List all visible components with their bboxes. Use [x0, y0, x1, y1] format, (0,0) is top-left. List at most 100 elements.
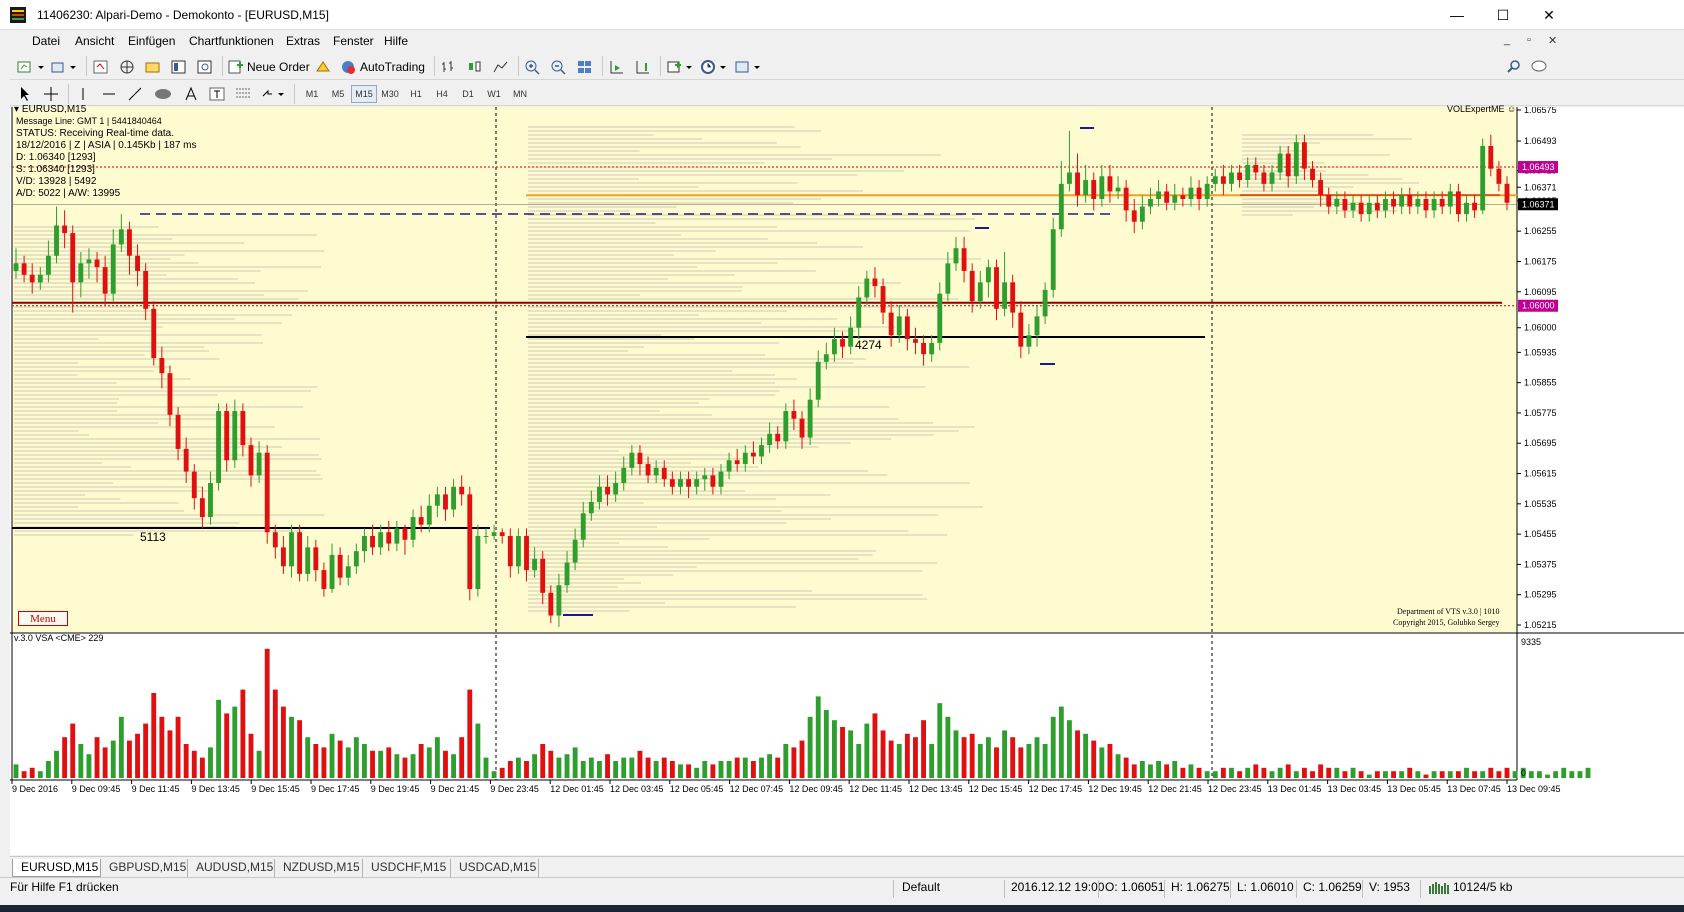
timeframe-w1-button[interactable]: W1 [481, 85, 507, 103]
mdi-restore-button[interactable]: ▫ [1527, 34, 1531, 46]
main-plot-area[interactable] [12, 107, 1517, 632]
volume-bar [791, 747, 797, 778]
volume-bar [945, 716, 951, 778]
timeframe-mn-button[interactable]: MN [507, 85, 533, 103]
zoom-out-icon[interactable] [550, 56, 568, 77]
time-tick-label: 13 Dec 09:45 [1507, 784, 1561, 794]
volume-bar [767, 754, 773, 778]
price-tick-label: 1.05375 [1524, 559, 1557, 569]
vol-menu-button[interactable]: Menu [18, 611, 68, 626]
profiles-icon[interactable] [50, 56, 80, 77]
tab-usdchf[interactable]: USDCHF,M15 [363, 859, 451, 877]
new-order-button[interactable]: Neue Order [228, 56, 310, 77]
candle-bull [394, 528, 400, 544]
menu-einfuegen[interactable]: Einfügen [128, 34, 175, 48]
mdi-close-button[interactable]: ✕ [1548, 34, 1557, 47]
volume-bar [1026, 744, 1032, 778]
line-chart-icon[interactable] [492, 56, 510, 77]
minimize-button[interactable]: — [1434, 0, 1480, 30]
ellipse-icon[interactable] [152, 83, 174, 104]
timeframe-m15-button[interactable]: M15 [351, 85, 377, 103]
tab-usdcad[interactable]: USDCAD,M15 [451, 859, 539, 877]
volume-bar [1301, 767, 1307, 778]
menu-datei[interactable]: Datei [32, 34, 60, 48]
timeframe-h1-button[interactable]: H1 [403, 85, 429, 103]
volume-bar [856, 744, 862, 778]
volume-bar [386, 747, 392, 778]
text-tool-icon[interactable] [182, 83, 200, 104]
cursor-icon[interactable] [16, 83, 34, 104]
timeframe-d1-button[interactable]: D1 [455, 85, 481, 103]
chat-icon[interactable] [1530, 56, 1548, 77]
candle-bull [1383, 198, 1388, 211]
candle-bear [151, 308, 157, 359]
autotrading-button[interactable]: AutoTrading [340, 56, 425, 77]
navigator-icon[interactable] [144, 56, 162, 77]
maximize-button[interactable]: ☐ [1480, 0, 1526, 30]
metaeditor-icon[interactable] [314, 56, 332, 77]
tab-audusd[interactable]: AUDUSD,M15 [188, 859, 275, 877]
volume-bar [1148, 764, 1153, 778]
candle-bull [515, 536, 521, 567]
terminal-icon[interactable] [170, 56, 188, 77]
volume-bar [1269, 771, 1275, 778]
auto-scroll-icon[interactable] [634, 56, 652, 77]
expert-name: VOLExpertME [1447, 104, 1505, 114]
close-button[interactable]: ✕ [1526, 0, 1572, 30]
candle-bull [345, 566, 351, 578]
candlestick-chart-icon[interactable] [466, 56, 484, 77]
volume-bar [1383, 771, 1388, 778]
candle-bull [86, 259, 92, 264]
volume-bar [702, 761, 708, 778]
new-chart-icon[interactable] [16, 56, 46, 77]
data-window-icon[interactable] [118, 56, 136, 77]
bar-chart-icon[interactable] [440, 56, 458, 77]
templates-icon[interactable] [734, 56, 764, 77]
collapse-icon[interactable]: ▾ [14, 104, 22, 115]
chart-window[interactable]: 1.065751.064931.064151.063711.063351.062… [10, 104, 1684, 855]
fibonacci-icon[interactable] [234, 83, 252, 104]
chart-canvas[interactable]: 1.065751.064931.064151.063711.063351.062… [10, 107, 1684, 855]
tab-eurusd[interactable]: EURUSD,M15 [12, 859, 101, 877]
tile-windows-icon[interactable] [576, 56, 594, 77]
menu-chartfunktionen[interactable]: Chartfunktionen [189, 34, 274, 48]
search-icon[interactable] [1506, 56, 1522, 77]
periods-icon[interactable] [700, 56, 730, 77]
tab-nzdusd[interactable]: NZDUSD,M15 [275, 859, 363, 877]
expert-smiley-icon[interactable]: ☺ [1505, 104, 1516, 114]
tab-gbpusd[interactable]: GBPUSD,M15 [101, 859, 188, 877]
volume-bar [1496, 771, 1502, 778]
info-line-7: A/D: 5022 | A/W: 13995 [16, 188, 121, 199]
volume-bar [629, 757, 635, 778]
candle-bear [1261, 172, 1267, 184]
menu-ansicht[interactable]: Ansicht [75, 34, 114, 48]
status-low: L: 1.06010 [1237, 880, 1294, 894]
crosshair-icon[interactable] [42, 83, 60, 104]
menu-fenster[interactable]: Fenster [333, 34, 374, 48]
menu-hilfe[interactable]: Hilfe [384, 34, 408, 48]
candle-bear [1075, 172, 1080, 196]
chart-shift-icon[interactable] [608, 56, 626, 77]
trendline-icon[interactable] [126, 83, 144, 104]
text-label-icon[interactable] [208, 83, 226, 104]
timeframe-h4-button[interactable]: H4 [429, 85, 455, 103]
volume-bar [953, 730, 959, 778]
zoom-in-icon[interactable] [524, 56, 542, 77]
candle-bull [742, 452, 748, 465]
volume-bar [661, 757, 667, 778]
volume-plot-area[interactable] [12, 634, 1517, 780]
timeframe-m5-button[interactable]: M5 [325, 85, 351, 103]
horizontal-line-icon[interactable] [100, 83, 118, 104]
indicators-icon[interactable] [666, 56, 696, 77]
timeframe-m30-button[interactable]: M30 [377, 85, 403, 103]
vertical-line-icon[interactable] [74, 83, 92, 104]
strategy-tester-icon[interactable] [196, 56, 214, 77]
menu-extras[interactable]: Extras [286, 34, 320, 48]
candle-bull [353, 551, 359, 567]
candle-bull [1350, 202, 1356, 211]
connection-icon[interactable] [1428, 881, 1450, 898]
timeframe-m1-button[interactable]: M1 [299, 85, 325, 103]
arrows-icon[interactable] [260, 83, 288, 104]
mdi-minimize-button[interactable]: _ [1504, 34, 1510, 46]
market-watch-icon[interactable] [92, 56, 110, 77]
